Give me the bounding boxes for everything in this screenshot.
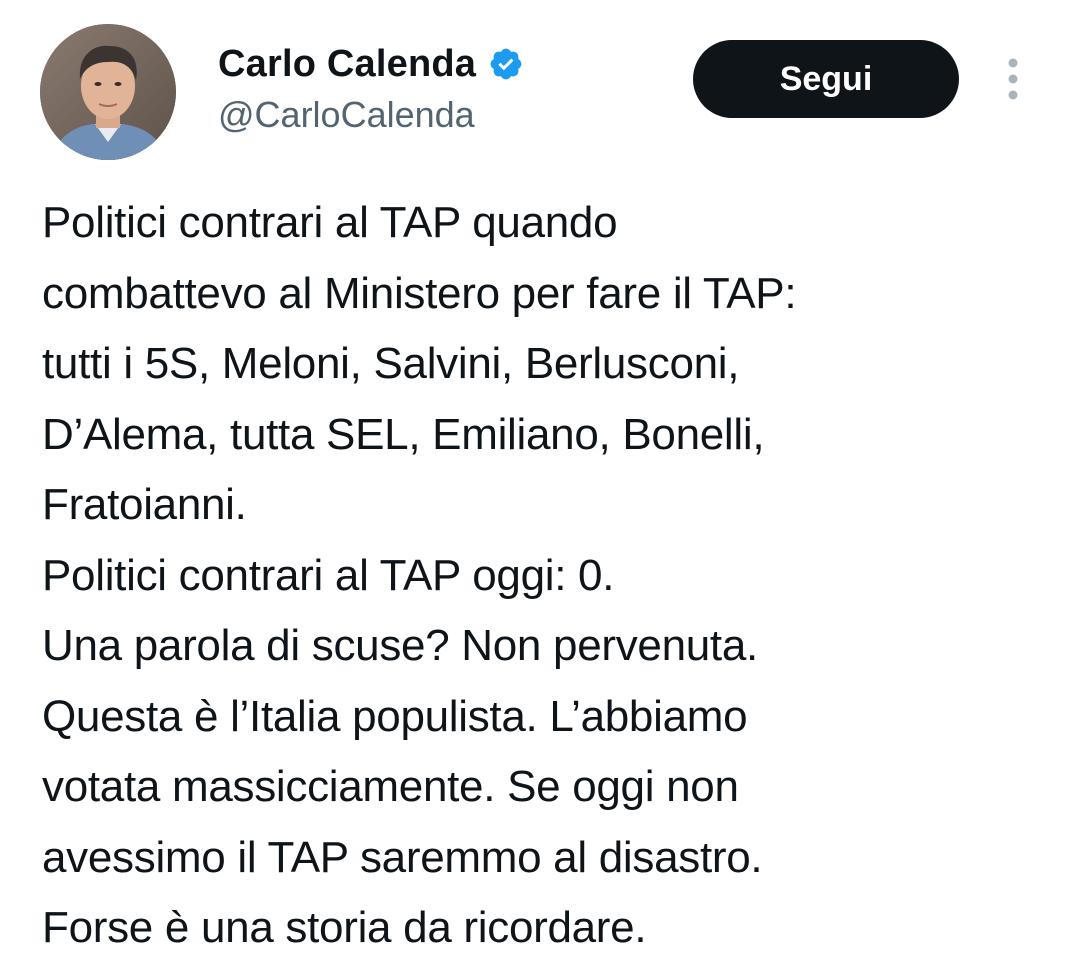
tweet-line: Politici contrari al TAP oggi: 0.	[42, 550, 615, 600]
tweet-line: Fratoianni.	[42, 480, 247, 529]
avatar[interactable]	[40, 24, 176, 160]
tweet-line: tutti i 5S, Meloni, Salvini, Berlusconi,	[42, 339, 740, 388]
tweet-card: Carlo Calenda @CarloCalenda Segui Politi…	[0, 0, 1080, 952]
more-vertical-icon[interactable]	[998, 54, 1028, 104]
author-names: Carlo Calenda @CarloCalenda	[218, 40, 524, 136]
avatar-image	[40, 24, 176, 160]
tweet-line: votata massicciamente. Se oggi non	[42, 762, 739, 811]
display-name-row: Carlo Calenda	[218, 40, 524, 88]
tweet-line: Una parola di scuse? Non pervenuta.	[42, 621, 758, 670]
follow-button[interactable]: Segui	[693, 40, 959, 118]
tweet-line: D’Alema, tutta SEL, Emiliano, Bonelli,	[42, 409, 765, 459]
tweet-line: Forse è una storia da ricordare.	[42, 903, 647, 952]
tweet-line: Politici contrari al TAP quando	[42, 198, 618, 247]
tweet-text: Politici contrari al TAP quando combatte…	[42, 188, 1052, 964]
author-handle[interactable]: @CarloCalenda	[218, 94, 524, 136]
tweet-line: avessimo il TAP saremmo al disastro.	[42, 832, 763, 882]
tweet-header: Carlo Calenda @CarloCalenda Segui	[0, 0, 1080, 180]
display-name[interactable]: Carlo Calenda	[218, 43, 476, 86]
tweet-line: combattevo al Ministero per fare il TAP:	[42, 268, 797, 318]
tweet-line: Questa è l’Italia populista. L’abbiamo	[42, 691, 748, 741]
verified-badge-icon	[488, 46, 524, 82]
